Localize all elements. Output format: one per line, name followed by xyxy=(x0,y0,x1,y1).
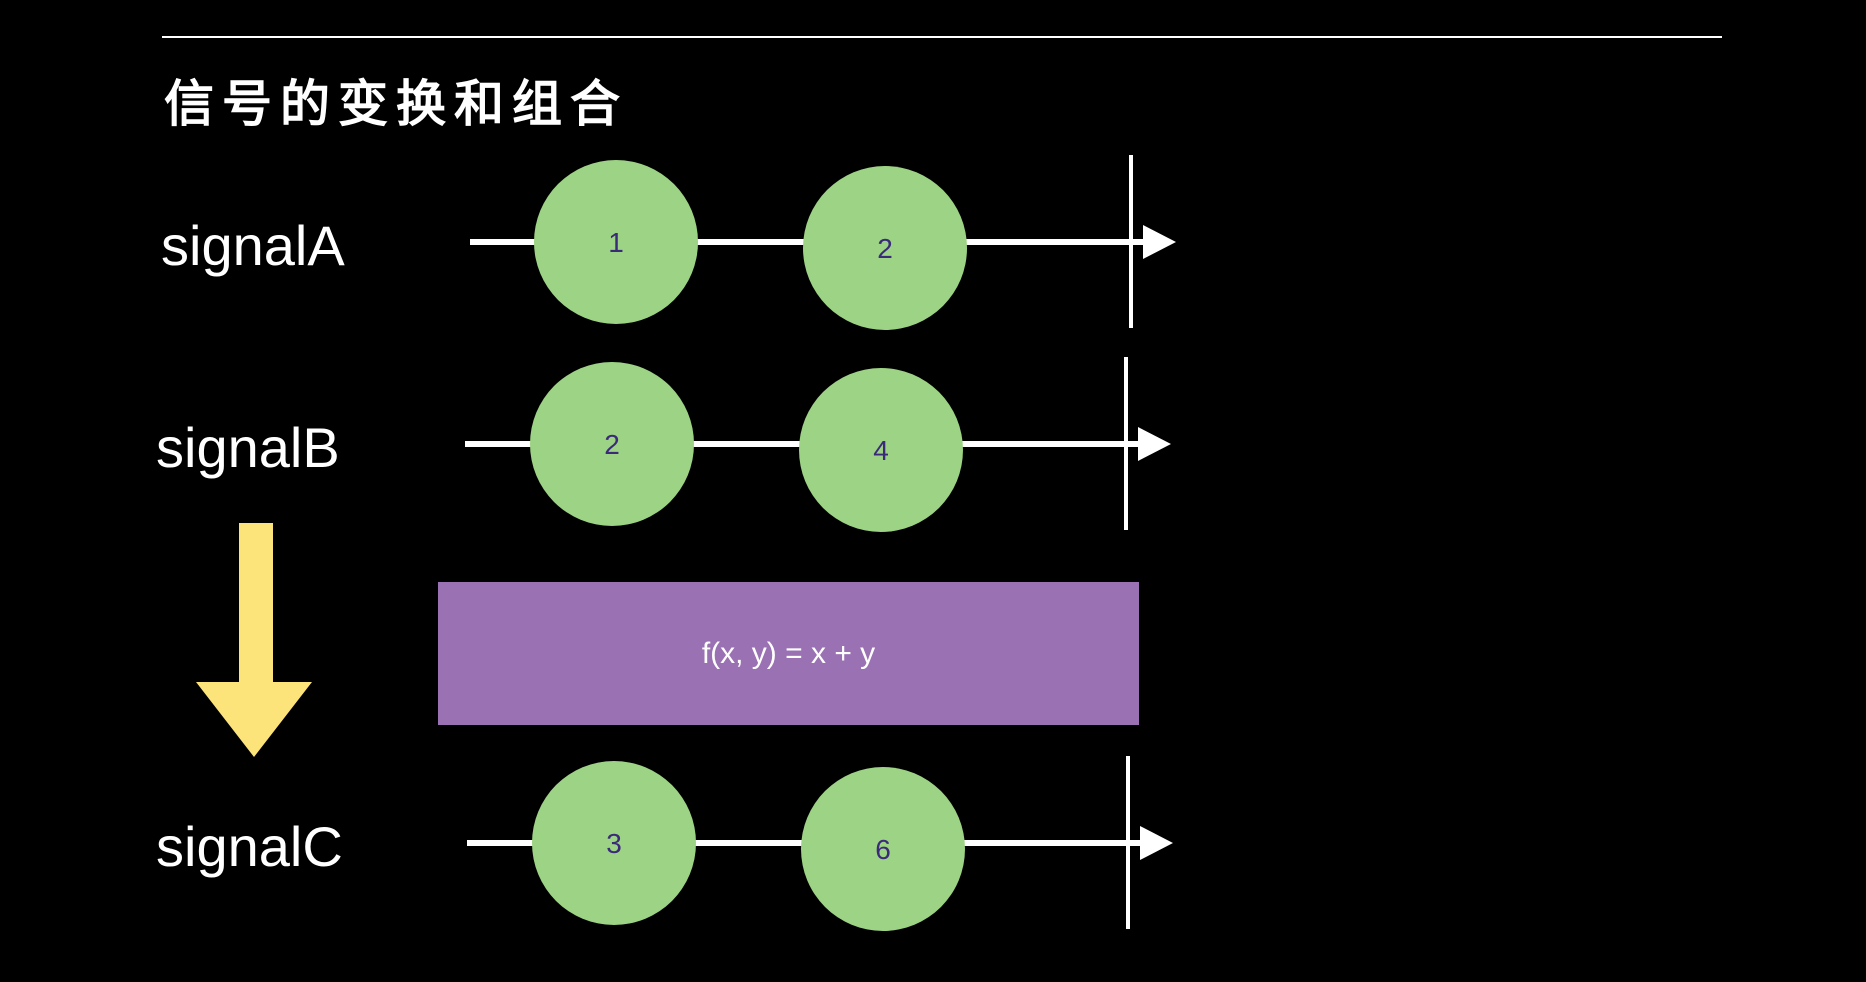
signal-b-value-1: 2 xyxy=(604,429,620,460)
transform-arrow-icon xyxy=(196,523,312,757)
signal-a-label: signalA xyxy=(161,214,345,277)
signal-c-value-2: 6 xyxy=(875,834,891,865)
page-title: 信号的变换和组合 xyxy=(164,74,628,133)
signal-b-label: signalB xyxy=(156,416,340,479)
signal-a-value-1: 1 xyxy=(608,227,624,258)
signal-c-label: signalC xyxy=(156,815,343,878)
diagram-canvas: 1 2 2 4 3 6 信号的变换和组合 signalA signalB sig… xyxy=(0,0,1866,982)
signal-c-value-1: 3 xyxy=(606,828,622,859)
timeline-arrowhead-icon xyxy=(1140,826,1173,860)
signal-c-track: 3 6 xyxy=(467,756,1173,931)
signal-a-track: 1 2 xyxy=(470,155,1176,330)
function-label: f(x, y) = x + y xyxy=(701,636,876,670)
timeline-arrowhead-icon xyxy=(1143,225,1176,259)
signal-b-value-2: 4 xyxy=(873,435,889,466)
timeline-arrowhead-icon xyxy=(1138,427,1171,461)
signal-a-value-2: 2 xyxy=(877,233,893,264)
signal-b-track: 2 4 xyxy=(465,357,1171,532)
